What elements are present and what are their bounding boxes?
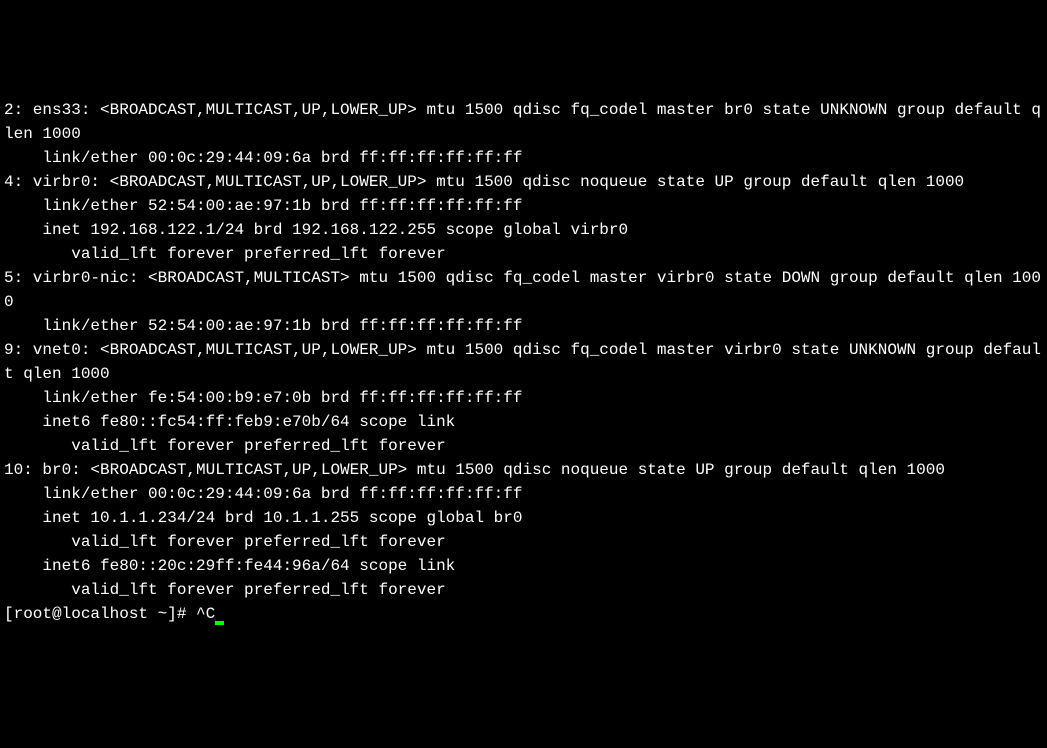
output-line: valid_lft forever preferred_lft forever xyxy=(4,578,1043,602)
output-line: valid_lft forever preferred_lft forever xyxy=(4,242,1043,266)
terminal-output[interactable]: 2: ens33: <BROADCAST,MULTICAST,UP,LOWER_… xyxy=(4,98,1043,626)
shell-prompt: [root@localhost ~]# ^C xyxy=(4,605,215,623)
output-line: inet6 fe80::fc54:ff:feb9:e70b/64 scope l… xyxy=(4,410,1043,434)
prompt-line[interactable]: [root@localhost ~]# ^C xyxy=(4,602,1043,626)
output-line: valid_lft forever preferred_lft forever xyxy=(4,434,1043,458)
cursor xyxy=(215,621,224,625)
output-line: link/ether fe:54:00:b9:e7:0b brd ff:ff:f… xyxy=(4,386,1043,410)
output-line: inet 10.1.1.234/24 brd 10.1.1.255 scope … xyxy=(4,506,1043,530)
output-line: 5: virbr0-nic: <BROADCAST,MULTICAST> mtu… xyxy=(4,266,1043,314)
output-line: link/ether 00:0c:29:44:09:6a brd ff:ff:f… xyxy=(4,482,1043,506)
output-line: inet6 fe80::20c:29ff:fe44:96a/64 scope l… xyxy=(4,554,1043,578)
output-line: link/ether 52:54:00:ae:97:1b brd ff:ff:f… xyxy=(4,314,1043,338)
output-line: inet 192.168.122.1/24 brd 192.168.122.25… xyxy=(4,218,1043,242)
output-line: link/ether 00:0c:29:44:09:6a brd ff:ff:f… xyxy=(4,146,1043,170)
output-line: 10: br0: <BROADCAST,MULTICAST,UP,LOWER_U… xyxy=(4,458,1043,482)
output-line: link/ether 52:54:00:ae:97:1b brd ff:ff:f… xyxy=(4,194,1043,218)
output-line: valid_lft forever preferred_lft forever xyxy=(4,530,1043,554)
output-line: 9: vnet0: <BROADCAST,MULTICAST,UP,LOWER_… xyxy=(4,338,1043,386)
output-line: 2: ens33: <BROADCAST,MULTICAST,UP,LOWER_… xyxy=(4,98,1043,146)
output-line: 4: virbr0: <BROADCAST,MULTICAST,UP,LOWER… xyxy=(4,170,1043,194)
